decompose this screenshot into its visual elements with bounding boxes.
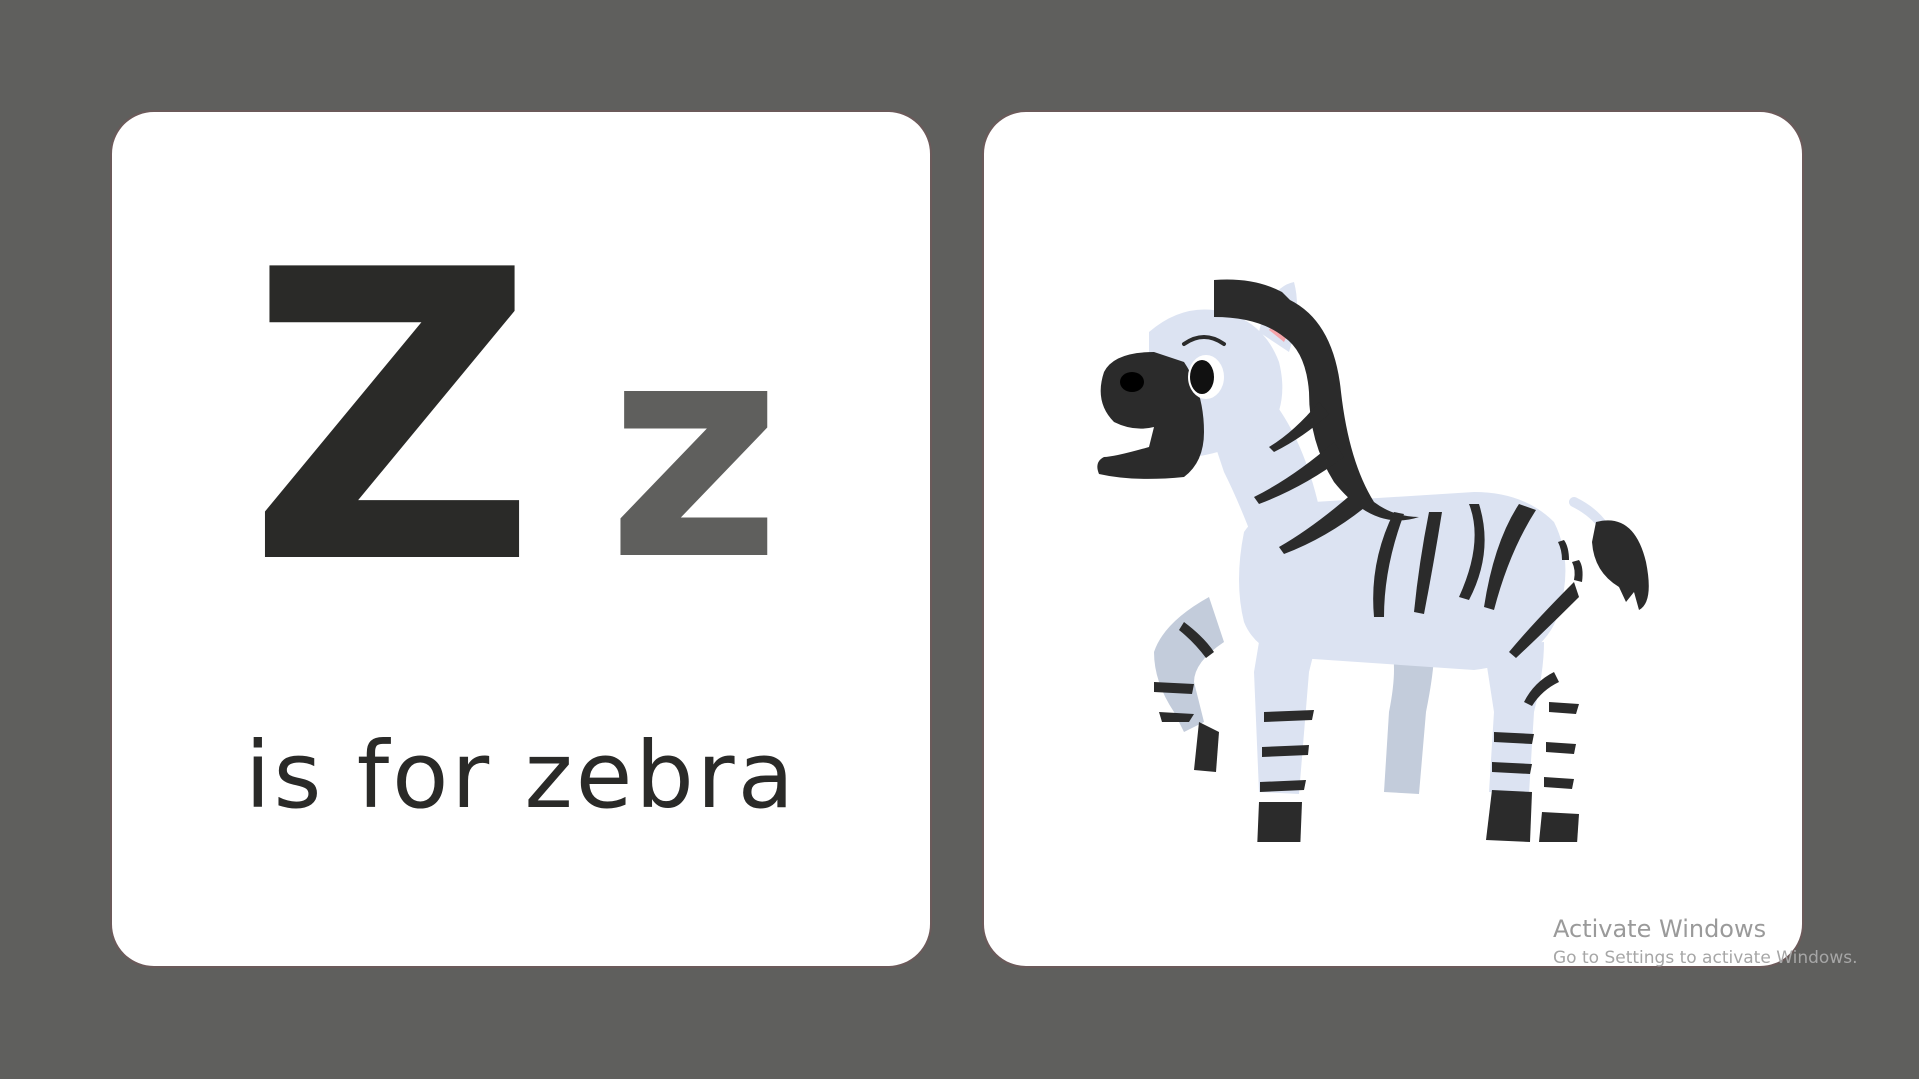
lowercase-letter: z [607,277,782,626]
letter-pair: Z z [112,112,930,966]
uppercase-letter: Z [247,187,537,652]
watermark-title: Activate Windows [1553,915,1767,943]
activation-watermark: Activate Windows Go to Settings to activ… [1553,915,1858,968]
zebra-muzzle [1097,352,1204,479]
caption-text: is for zebra [245,722,797,829]
zebra-tail-tuft [1592,520,1649,610]
zebra-front-leg-far [1154,597,1224,732]
zebra-nostril [1120,372,1144,392]
letter-card: Z z is for zebra [110,110,932,968]
picture-card [982,110,1804,968]
watermark-subtitle: Go to Settings to activate Windows. [1553,947,1858,968]
zebra-eye [1190,360,1214,394]
zebra-illustration [1097,279,1649,842]
